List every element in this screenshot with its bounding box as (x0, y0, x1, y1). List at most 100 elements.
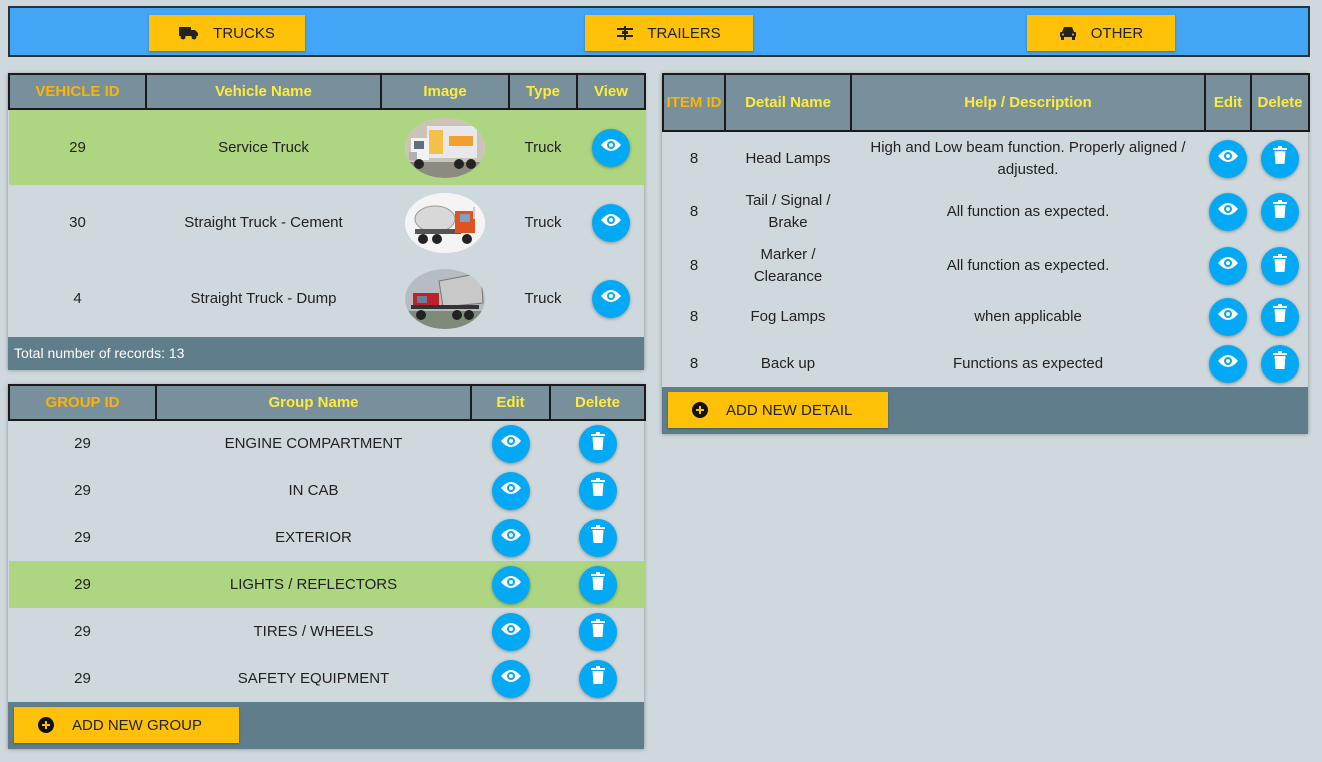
vehicle-id-header[interactable]: VEHICLE ID (8, 73, 147, 110)
trash-icon (1273, 253, 1287, 279)
edit-button[interactable] (491, 471, 530, 510)
edit-header: Edit (1204, 73, 1252, 132)
view-button[interactable] (592, 280, 630, 318)
delete-button[interactable] (578, 471, 617, 510)
group-id: 29 (74, 669, 91, 687)
delete-button[interactable] (1261, 344, 1299, 383)
edit-button[interactable] (491, 425, 530, 463)
detail-name-header[interactable]: Detail Name (724, 73, 852, 132)
group-name-header[interactable]: Group Name (155, 384, 472, 421)
item-id: 8 (689, 149, 699, 167)
eye-icon (500, 480, 522, 502)
table-row[interactable]: 8 Fog Lamps when applicable (663, 293, 1309, 340)
vehicle-name: Straight Truck - Cement (184, 214, 343, 231)
item-id: 8 (689, 354, 699, 372)
delete-button[interactable] (578, 659, 617, 698)
edit-button[interactable] (1209, 297, 1247, 336)
trash-icon (1273, 199, 1287, 225)
trucks-button[interactable]: TRUCKS (149, 15, 305, 51)
table-row[interactable]: 8 Tail / Signal / Brake All function as … (663, 185, 1309, 239)
edit-button[interactable] (491, 565, 530, 604)
detail-help: Functions as expected (952, 354, 1104, 372)
table-row[interactable]: 29 IN CAB (9, 467, 645, 514)
delete-button[interactable] (1261, 297, 1299, 336)
table-row[interactable]: 29 Service Truck Truck (9, 109, 645, 185)
edit-button[interactable] (491, 518, 530, 557)
cement-truck-image (405, 193, 485, 253)
delete-button[interactable] (578, 565, 617, 604)
edit-button[interactable] (1209, 193, 1247, 231)
group-id-header[interactable]: GROUP ID (8, 384, 157, 421)
vehicle-type: Truck (509, 109, 577, 185)
item-id: 8 (689, 307, 699, 325)
table-row[interactable]: 8 Marker / Clearance All function as exp… (663, 239, 1309, 293)
delete-button[interactable] (578, 425, 617, 463)
details-panel: ITEM ID Detail Name Help / Description E… (662, 73, 1310, 434)
eye-icon (1217, 201, 1239, 223)
detail-help: High and Low beam function. Properly ali… (870, 138, 1186, 178)
detail-name: Back up (760, 354, 816, 372)
view-button[interactable] (592, 204, 630, 242)
edit-button[interactable] (1209, 247, 1247, 285)
trailers-button[interactable]: TRAILERS (585, 15, 753, 51)
eye-icon (600, 288, 622, 310)
vehicle-id: 30 (69, 214, 86, 231)
delete-button[interactable] (1261, 193, 1299, 231)
edit-button[interactable] (1209, 139, 1247, 178)
vehicles-footer: Total number of records: 13 (8, 337, 644, 370)
trailer-icon (617, 26, 634, 40)
table-row[interactable]: 8 Back up Functions as expected (663, 340, 1309, 387)
trash-icon (590, 666, 605, 691)
vehicle-id: 29 (9, 109, 146, 185)
table-row[interactable]: 30 Straight Truck - Cement Truck (9, 185, 645, 261)
detail-name: Head Lamps (745, 149, 831, 167)
vehicle-id: 4 (73, 290, 82, 307)
eye-icon (500, 574, 522, 596)
eye-icon (500, 668, 522, 690)
add-new-detail-button[interactable]: ADD NEW DETAIL (668, 392, 888, 428)
vehicle-type: Truck (524, 214, 562, 231)
service-truck-image (405, 117, 485, 178)
trash-icon (1273, 351, 1287, 376)
table-row[interactable]: 29 LIGHTS / REFLECTORS (9, 561, 645, 608)
groups-panel: GROUP ID Group Name Edit Delete 29 ENGIN… (8, 384, 646, 749)
type-header[interactable]: Type (508, 73, 578, 110)
table-row[interactable]: 29 EXTERIOR (9, 514, 645, 561)
delete-button[interactable] (578, 612, 617, 651)
detail-name: Fog Lamps (750, 307, 826, 325)
edit-button[interactable] (1209, 344, 1247, 383)
trash-icon (590, 478, 605, 503)
total-records-text: Total number of records: 13 (14, 345, 185, 361)
delete-button[interactable] (578, 518, 617, 557)
delete-button[interactable] (1261, 247, 1299, 285)
image-header: Image (380, 73, 510, 110)
detail-name: Marker / Clearance (753, 246, 823, 285)
edit-button[interactable] (491, 612, 530, 651)
trash-icon (590, 619, 605, 644)
table-row[interactable]: 4 Straight Truck - Dump Truck (9, 261, 645, 337)
trash-icon (590, 572, 605, 597)
item-id: 8 (689, 203, 699, 220)
group-id: 29 (74, 435, 91, 452)
group-name: SAFETY EQUIPMENT (237, 669, 390, 687)
eye-icon (600, 212, 622, 234)
view-button[interactable] (592, 128, 630, 167)
group-name: IN CAB (288, 481, 339, 499)
add-new-group-label: ADD NEW GROUP (72, 716, 203, 734)
vehicles-panel: VEHICLE ID Vehicle Name Image Type View … (8, 73, 646, 370)
table-row[interactable]: 29 TIRES / WHEELS (9, 608, 645, 655)
table-row[interactable]: 29 SAFETY EQUIPMENT (9, 655, 645, 702)
groups-table: GROUP ID Group Name Edit Delete 29 ENGIN… (8, 384, 646, 702)
group-name: LIGHTS / REFLECTORS (156, 561, 471, 608)
add-new-group-button[interactable]: ADD NEW GROUP (14, 707, 239, 743)
table-row[interactable]: 29 ENGINE COMPARTMENT (9, 420, 645, 467)
vehicle-name-header[interactable]: Vehicle Name (145, 73, 382, 110)
item-id-header[interactable]: ITEM ID (662, 73, 726, 132)
table-row[interactable]: 8 Head Lamps High and Low beam function.… (663, 131, 1309, 185)
groups-footer: ADD NEW GROUP (8, 702, 644, 749)
truck-icon (179, 26, 199, 40)
edit-button[interactable] (491, 659, 530, 698)
other-button[interactable]: OTHER (1027, 15, 1175, 51)
edit-header: Edit (470, 384, 551, 421)
delete-button[interactable] (1261, 139, 1299, 178)
